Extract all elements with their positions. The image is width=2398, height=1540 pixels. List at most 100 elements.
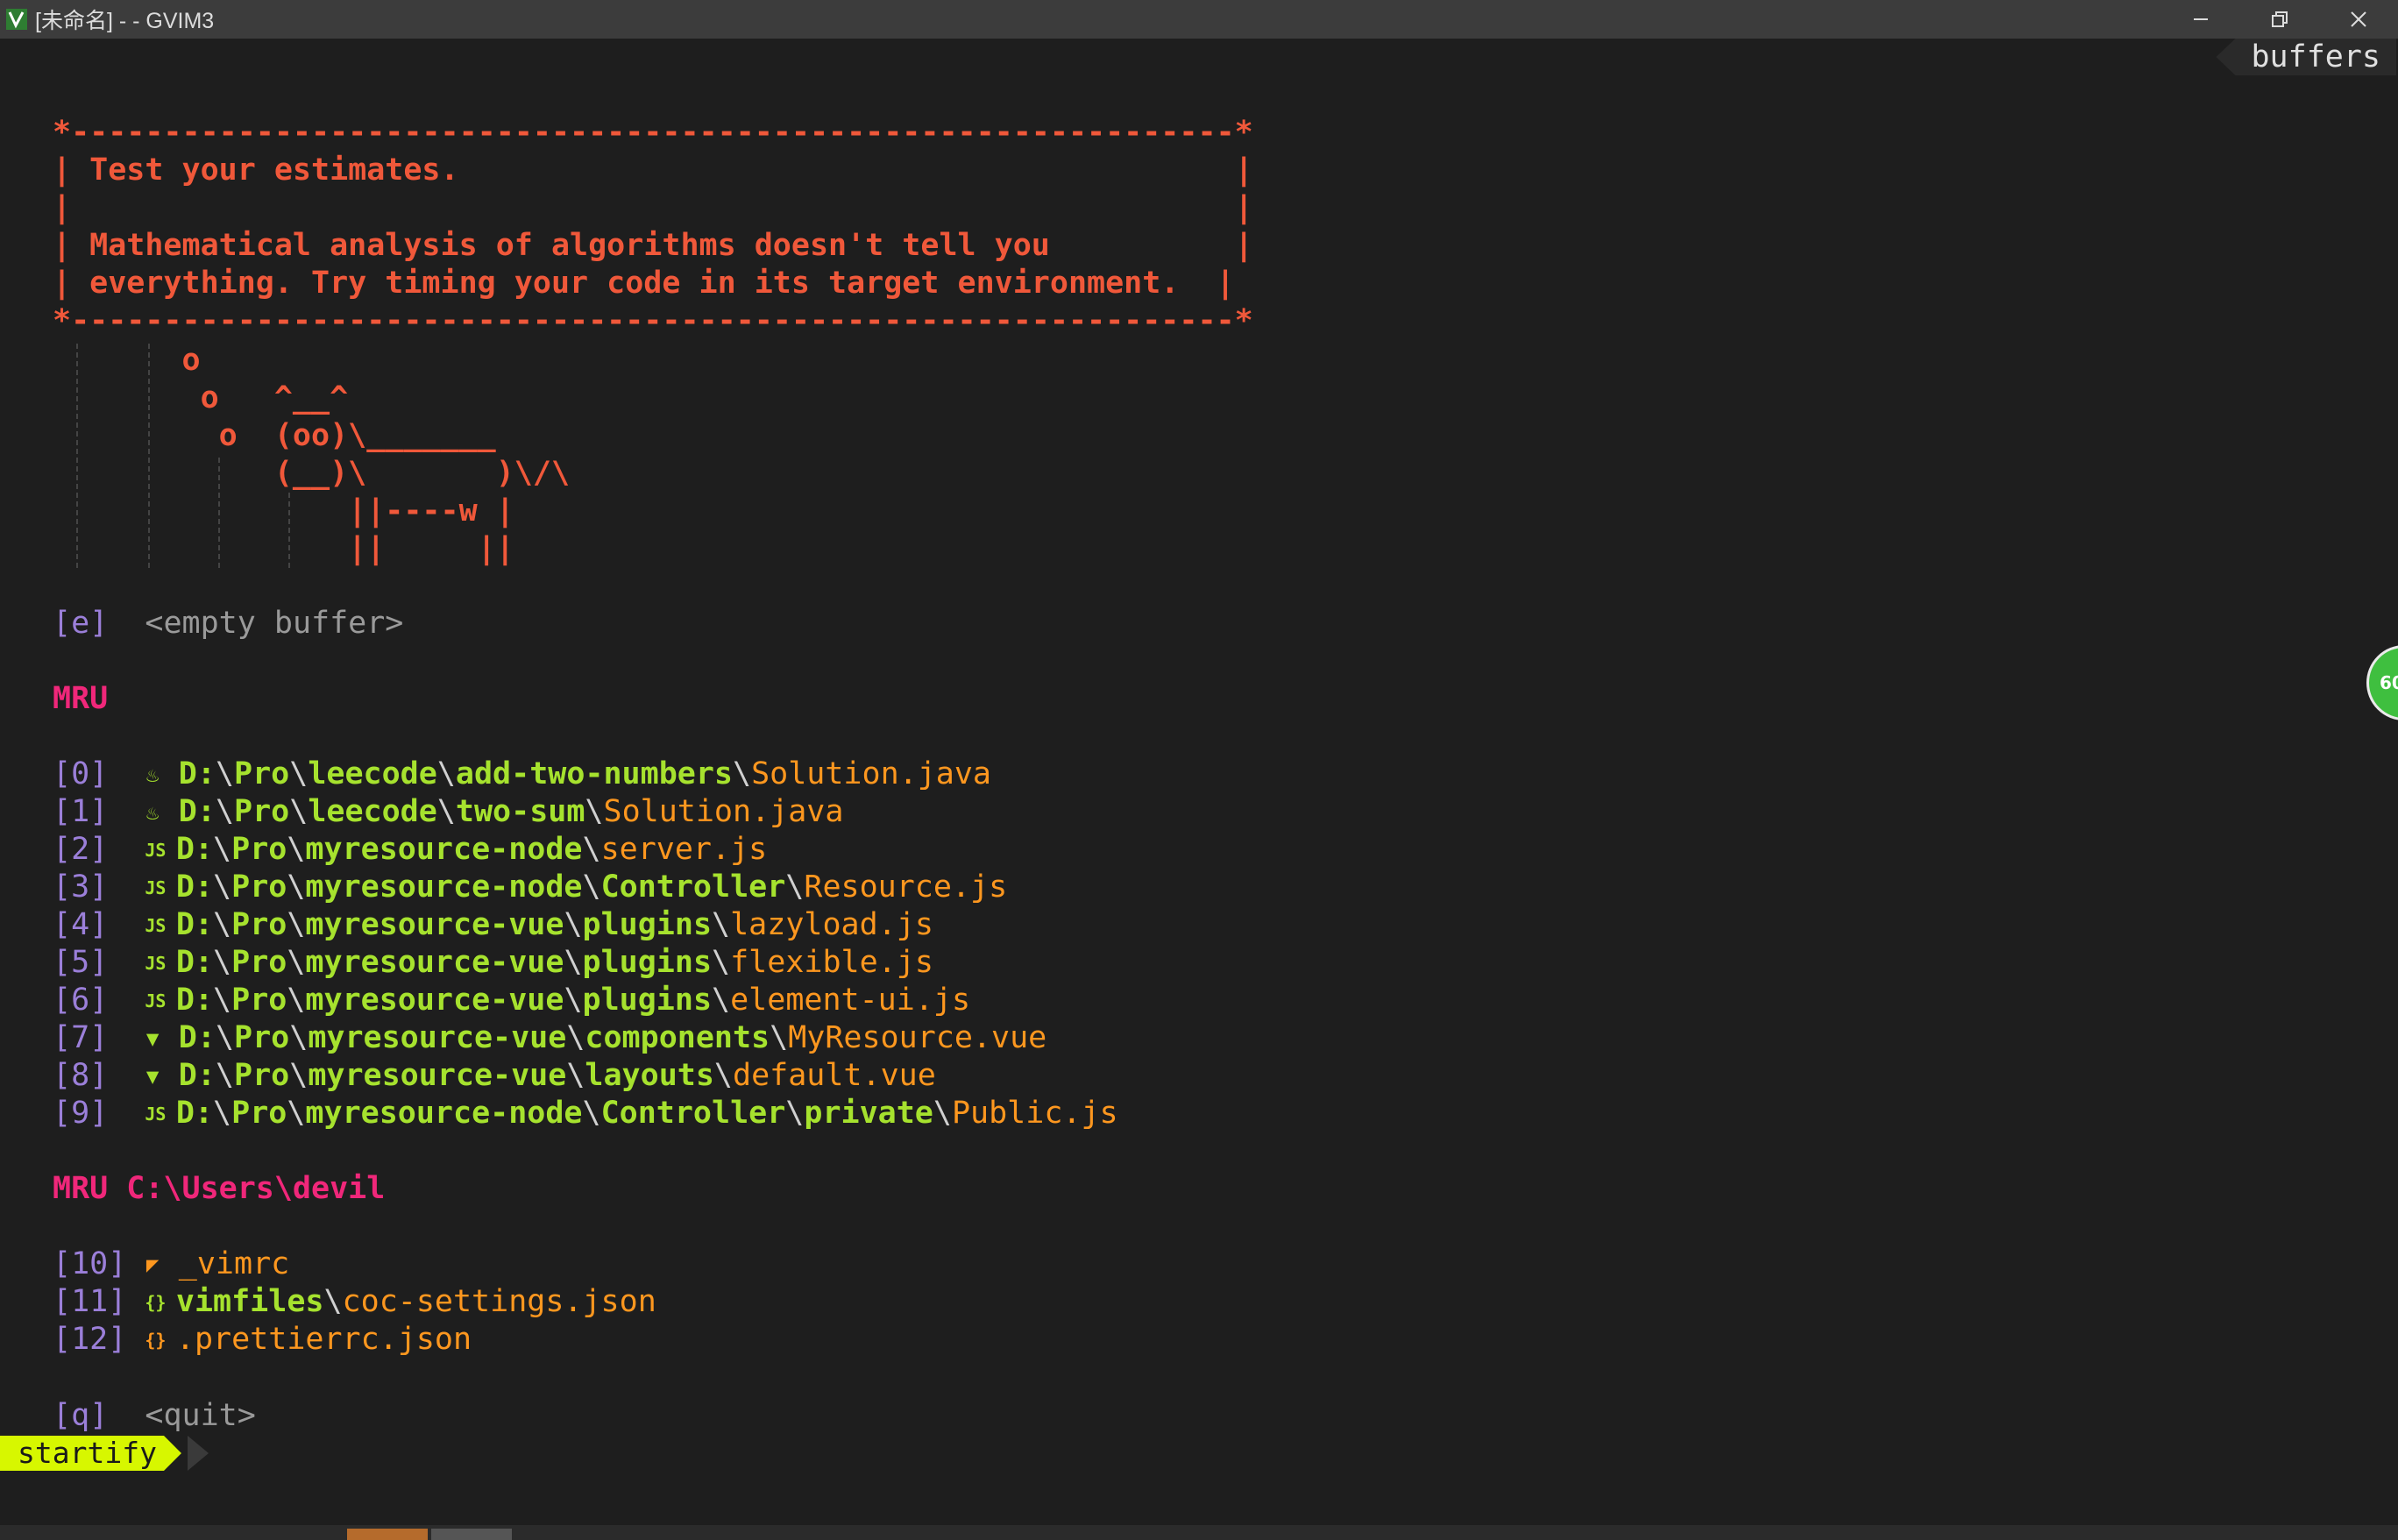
path-drive: D: xyxy=(178,794,216,829)
header-line: | everything. Try timing your code in it… xyxy=(53,266,1235,301)
taskbar-item[interactable] xyxy=(347,1529,428,1540)
statusline-mode: startify xyxy=(0,1436,181,1471)
mru-entry[interactable]: [10] ◤ _vimrc xyxy=(53,1245,289,1283)
path-separator: \ xyxy=(213,832,232,867)
path-file: MyResource.vue xyxy=(788,1020,1047,1055)
path-separator: \ xyxy=(582,1096,601,1131)
path-drive: D: xyxy=(175,983,214,1018)
path-dir: myresource-vue xyxy=(305,945,564,980)
path-file: flexible.js xyxy=(730,945,933,980)
java-icon: ♨ xyxy=(145,799,160,825)
path-separator: \ xyxy=(213,869,232,905)
entry-index: [12] xyxy=(53,1322,127,1357)
path-dir: Controller xyxy=(600,869,786,905)
header-border-top: *---------------------------------------… xyxy=(53,115,1253,150)
mru-entry[interactable]: [4] JS D:\Pro\myresource-vue\plugins\laz… xyxy=(53,906,933,944)
command-line[interactable] xyxy=(0,1471,2398,1525)
entry-index: [4] xyxy=(53,907,109,942)
path-separator: \ xyxy=(712,983,731,1018)
js-icon: JS xyxy=(145,952,167,974)
path-separator: \ xyxy=(289,756,309,791)
path-separator: \ xyxy=(215,1058,235,1093)
path-dir: Controller xyxy=(600,1096,786,1131)
path-separator: \ xyxy=(785,1096,805,1131)
minimize-button[interactable] xyxy=(2161,0,2240,39)
mru-entry[interactable]: [0] ♨ D:\Pro\leecode\add-two-numbers\Sol… xyxy=(53,756,991,793)
path-separator: \ xyxy=(287,983,306,1018)
java-icon: ♨ xyxy=(145,762,160,787)
header-line: | | xyxy=(53,190,1253,225)
path-dir: private xyxy=(804,1096,933,1131)
entry-index: [1] xyxy=(53,794,109,829)
path-dir: myresource-node xyxy=(305,1096,583,1131)
buffers-tab[interactable]: buffers xyxy=(2216,39,2396,75)
close-button[interactable] xyxy=(2319,0,2398,39)
path-drive: D: xyxy=(175,869,214,905)
path-file: default.vue xyxy=(733,1058,936,1093)
path-dir: components xyxy=(585,1020,770,1055)
mru-entry[interactable]: [11] {} vimfiles\coc-settings.json xyxy=(53,1283,656,1321)
entry-label: <quit> xyxy=(145,1398,256,1433)
path-drive: D: xyxy=(175,832,214,867)
taskbar-item[interactable] xyxy=(431,1529,512,1540)
path-separator: \ xyxy=(289,794,309,829)
path-separator: \ xyxy=(732,756,752,791)
mru-entry[interactable]: [12] {} .prettierrc.json xyxy=(53,1321,472,1359)
path-separator: \ xyxy=(213,1096,232,1131)
path-separator: \ xyxy=(287,869,306,905)
path-dir: Pro xyxy=(231,832,287,867)
path-separator: \ xyxy=(933,1096,952,1131)
path-file: lazyload.js xyxy=(730,907,933,942)
path-dir: vimfiles xyxy=(175,1284,324,1319)
path-drive: D: xyxy=(178,1020,216,1055)
path-separator: \ xyxy=(287,907,306,942)
path-separator: \ xyxy=(566,1058,585,1093)
path-file: coc-settings.json xyxy=(342,1284,656,1319)
mru-entry[interactable]: [5] JS D:\Pro\myresource-vue\plugins\fle… xyxy=(53,944,933,982)
restore-button[interactable] xyxy=(2240,0,2319,39)
empty-buffer-entry[interactable]: [e] <empty buffer> xyxy=(53,605,403,642)
window-titlebar: [未命名] - - GVIM3 xyxy=(0,0,2398,39)
path-drive: D: xyxy=(175,907,214,942)
path-separator: \ xyxy=(713,1058,733,1093)
path-dir: myresource-vue xyxy=(305,907,564,942)
vue-icon: ▼ xyxy=(145,1063,160,1089)
path-separator: \ xyxy=(287,945,306,980)
mru-entry[interactable]: [1] ♨ D:\Pro\leecode\two-sum\Solution.ja… xyxy=(53,793,843,831)
mru-entry[interactable]: [8] ▼ D:\Pro\myresource-vue\layouts\defa… xyxy=(53,1057,936,1095)
mru-entry[interactable]: [6] JS D:\Pro\myresource-vue\plugins\ele… xyxy=(53,982,970,1019)
path-file: element-ui.js xyxy=(730,983,971,1018)
entry-index: [6] xyxy=(53,983,109,1018)
path-separator: \ xyxy=(289,1058,309,1093)
path-file: server.js xyxy=(600,832,768,867)
path-separator: \ xyxy=(785,869,805,905)
mru-entry[interactable]: [2] JS D:\Pro\myresource-node\server.js xyxy=(53,831,767,869)
gvim-icon xyxy=(5,7,30,32)
path-dir: myresource-vue xyxy=(305,983,564,1018)
path-drive: D: xyxy=(175,945,214,980)
js-icon: JS xyxy=(145,876,167,898)
quit-entry[interactable]: [q] <quit> xyxy=(53,1397,256,1435)
mru-heading: MRU xyxy=(53,681,109,716)
path-separator: \ xyxy=(564,907,583,942)
mru-entry[interactable]: [7] ▼ D:\Pro\myresource-vue\components\M… xyxy=(53,1019,1046,1057)
path-dir: Pro xyxy=(231,945,287,980)
path-separator: \ xyxy=(323,1284,343,1319)
path-dir: Pro xyxy=(231,1096,287,1131)
tabline xyxy=(0,39,2398,77)
header-border-bottom: *---------------------------------------… xyxy=(53,303,1253,338)
path-dir: plugins xyxy=(582,983,713,1018)
path-file: Solution.java xyxy=(751,756,991,791)
path-separator: \ xyxy=(215,1020,235,1055)
path-separator: \ xyxy=(582,869,601,905)
path-file: Resource.js xyxy=(804,869,1008,905)
path-dir: myresource-vue xyxy=(308,1020,567,1055)
path-dir: Pro xyxy=(234,1058,290,1093)
header-line: | Test your estimates. | xyxy=(53,153,1253,188)
entry-label: <empty buffer> xyxy=(145,606,404,641)
path-drive: D: xyxy=(178,756,216,791)
vim-icon: ◤ xyxy=(145,1252,160,1277)
mru-entry[interactable]: [3] JS D:\Pro\myresource-node\Controller… xyxy=(53,869,1007,906)
path-separator: \ xyxy=(585,794,604,829)
mru-entry[interactable]: [9] JS D:\Pro\myresource-node\Controller… xyxy=(53,1095,1118,1132)
